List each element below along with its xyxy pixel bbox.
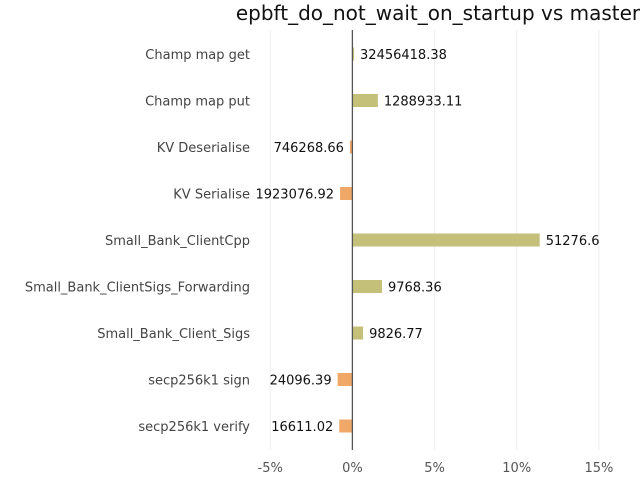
value-label: 9768.36 xyxy=(388,281,442,296)
bar xyxy=(352,233,540,247)
bar xyxy=(352,94,378,107)
x-tick-label: 10% xyxy=(502,461,531,476)
value-label: 9826.77 xyxy=(369,327,423,342)
x-tick-label: 5% xyxy=(424,461,445,476)
chart: epbft_do_not_wait_on_startup vs master C… xyxy=(25,1,640,476)
value-label: 24096.39 xyxy=(270,374,332,389)
value-label: 1288933.11 xyxy=(384,95,463,110)
x-tick-label: 15% xyxy=(584,461,613,476)
category-label: secp256k1 verify xyxy=(138,420,250,435)
x-tick-labels: -5% 0% 5% 10% 15% xyxy=(258,461,614,476)
value-label: 746268.66 xyxy=(274,141,344,156)
chart-title: epbft_do_not_wait_on_startup vs master xyxy=(236,1,640,25)
value-label: 32456418.38 xyxy=(360,48,447,63)
value-label: 1923076.92 xyxy=(255,188,334,203)
category-label: Small_Bank_Client_Sigs xyxy=(97,327,250,342)
value-label: 51276.6 xyxy=(546,234,600,249)
x-tick-label: -5% xyxy=(258,461,283,476)
bar xyxy=(352,280,382,293)
category-label: KV Serialise xyxy=(173,188,250,203)
bar xyxy=(352,326,364,340)
bar xyxy=(337,373,353,386)
category-label: Small_Bank_ClientCpp xyxy=(105,234,250,249)
category-label: secp256k1 sign xyxy=(148,374,250,389)
category-label: Small_Bank_ClientSigs_Forwarding xyxy=(25,281,250,296)
x-tick-label: 0% xyxy=(342,461,363,476)
bar xyxy=(340,187,353,200)
value-label: 16611.02 xyxy=(271,420,333,435)
category-label: KV Deserialise xyxy=(157,141,250,156)
category-labels: Champ map get Champ map put KV Deserialise… xyxy=(25,48,250,435)
category-label: Champ map put xyxy=(145,95,250,110)
category-label: Champ map get xyxy=(145,48,250,63)
bar xyxy=(339,419,353,433)
